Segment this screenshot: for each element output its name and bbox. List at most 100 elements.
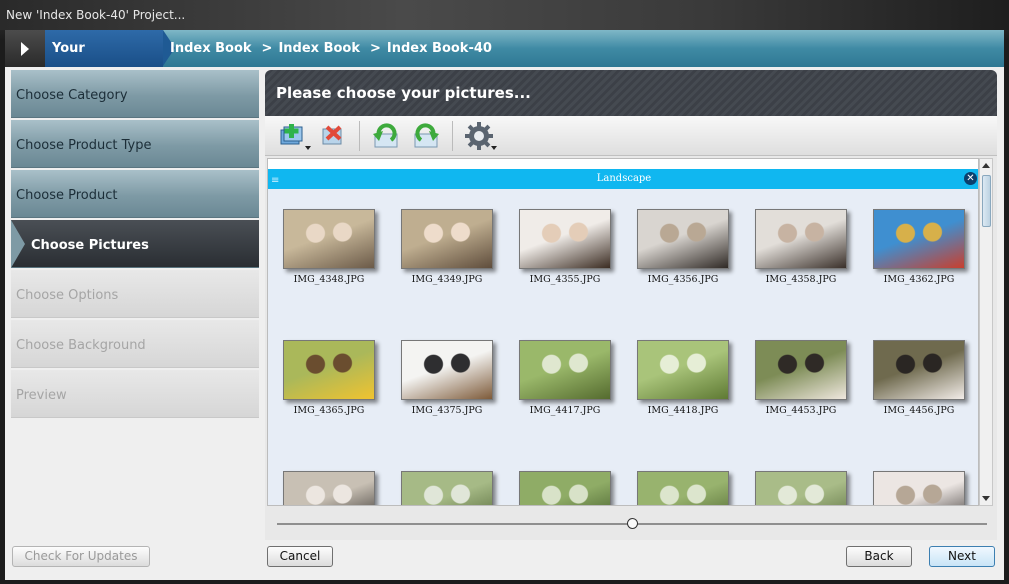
photo-image [283, 209, 375, 269]
group-label: Landscape [596, 173, 652, 184]
chevron-down-icon [305, 145, 311, 150]
check-for-updates-button[interactable]: Check For Updates [12, 546, 150, 567]
add-pictures-button[interactable] [273, 119, 313, 153]
breadcrumb-item[interactable]: Index Book-40 [387, 41, 492, 56]
breadcrumb-item[interactable]: Index Book [278, 41, 360, 56]
picture-thumbnail[interactable]: IMG_4355.JPG [506, 209, 624, 285]
photo-image [637, 340, 729, 400]
panel-title: Please choose your pictures... [265, 70, 997, 116]
scroll-down-icon[interactable] [982, 496, 990, 501]
wizard-client: Your Selections: Index Book>Index Book>I… [5, 30, 1004, 580]
picture-thumbnail[interactable]: IMG_4453.JPG [742, 340, 860, 416]
step-label: Choose Category [16, 88, 128, 103]
settings-gear-icon [465, 121, 493, 150]
zoom-slider-handle[interactable] [627, 518, 638, 529]
photo-image [519, 209, 611, 269]
close-icon[interactable]: ✕ [964, 172, 977, 185]
picture-filename: IMG_4348.JPG [293, 274, 365, 285]
picture-filename: IMG_4355.JPG [529, 274, 601, 285]
picture-filename: IMG_4365.JPG [293, 405, 365, 416]
gallery-scrollbar[interactable] [979, 158, 993, 506]
picture-filename: IMG_4453.JPG [765, 405, 837, 416]
picture-thumbnail[interactable]: IMG_4365.JPG [270, 340, 388, 416]
photo-image [519, 340, 611, 400]
step-choose-options: Choose Options [11, 270, 259, 318]
step-active-arrow-icon [11, 220, 25, 268]
step-choose-product[interactable]: Choose Product [11, 170, 259, 218]
picture-filename: IMG_4362.JPG [883, 274, 955, 285]
scrollbar-thumb[interactable] [982, 175, 991, 227]
picture-thumbnail[interactable]: IMG_4456.JPG [860, 340, 978, 416]
photo-image [873, 209, 965, 269]
toolbar-separator [359, 120, 360, 151]
picture-thumbnail[interactable] [506, 471, 624, 505]
cancel-button[interactable]: Cancel [267, 546, 333, 567]
next-button[interactable]: Next [929, 546, 995, 567]
picture-thumbnail[interactable]: IMG_4349.JPG [388, 209, 506, 285]
picture-thumbnail[interactable]: IMG_4358.JPG [742, 209, 860, 285]
rotate-left-button[interactable] [366, 119, 406, 153]
add-pictures-icon [280, 123, 303, 144]
group-menu-icon[interactable]: ≡ [271, 171, 279, 191]
picture-filename: IMG_4358.JPG [765, 274, 837, 285]
picture-thumbnail[interactable] [860, 471, 978, 505]
photo-image [637, 471, 729, 505]
step-label: Preview [16, 388, 67, 403]
photo-image [873, 471, 965, 505]
play-arrow-icon [21, 41, 29, 56]
picture-filename: IMG_4349.JPG [411, 274, 483, 285]
step-label: Choose Options [16, 288, 119, 303]
window-title: New 'Index Book-40' Project... [0, 0, 1009, 30]
picture-filename: IMG_4375.JPG [411, 405, 483, 416]
rotate-right-button[interactable] [406, 119, 446, 153]
step-preview: Preview [11, 370, 259, 418]
thumbnail-grid: IMG_4348.JPG IMG_4349.JPG IMG_4355.JPG IMG_… [268, 189, 978, 505]
step-label: Choose Product [16, 188, 118, 203]
picture-thumbnail[interactable]: IMG_4375.JPG [388, 340, 506, 416]
rotate-left-icon [373, 122, 398, 147]
remove-pictures-button[interactable] [313, 119, 353, 153]
step-label: Choose Product Type [16, 138, 152, 153]
photo-image [519, 471, 611, 505]
chevron-down-icon [491, 145, 497, 150]
picture-thumbnail[interactable]: IMG_4362.JPG [860, 209, 978, 285]
picture-filename: IMG_4417.JPG [529, 405, 601, 416]
step-label: Choose Background [16, 338, 146, 353]
picture-thumbnail[interactable] [270, 471, 388, 505]
step-choose-category[interactable]: Choose Category [11, 70, 259, 118]
toolbar-separator [452, 120, 453, 151]
picture-thumbnail[interactable] [742, 471, 860, 505]
photo-image [755, 471, 847, 505]
step-choose-pictures[interactable]: Choose Pictures [11, 220, 259, 268]
breadcrumb-toggle-button[interactable] [5, 30, 45, 67]
photo-image [401, 340, 493, 400]
step-choose-product-type[interactable]: Choose Product Type [11, 120, 259, 168]
breadcrumb: Your Selections: Index Book>Index Book>I… [5, 30, 1004, 93]
picture-thumbnail[interactable]: IMG_4348.JPG [270, 209, 388, 285]
breadcrumb-separator: > [261, 41, 273, 56]
remove-pictures-icon [322, 125, 342, 144]
breadcrumb-item[interactable]: Index Book [170, 41, 252, 56]
photo-image [873, 340, 965, 400]
back-button[interactable]: Back [846, 546, 912, 567]
picture-filename: IMG_4418.JPG [647, 405, 719, 416]
settings-button[interactable] [459, 119, 499, 153]
photo-image [755, 209, 847, 269]
photo-image [283, 471, 375, 505]
picture-toolbar [265, 116, 997, 156]
picture-filename: IMG_4356.JPG [647, 274, 719, 285]
picture-thumbnail[interactable]: IMG_4417.JPG [506, 340, 624, 416]
group-header[interactable]: ≡ Landscape ✕ [268, 169, 978, 191]
wizard-steps: Choose Category Choose Product Type Choo… [11, 70, 259, 420]
photo-image [283, 340, 375, 400]
app-window: New 'Index Book-40' Project... Your Sele… [0, 0, 1009, 584]
picture-thumbnail[interactable]: IMG_4418.JPG [624, 340, 742, 416]
picture-thumbnail[interactable] [624, 471, 742, 505]
picture-thumbnail[interactable]: IMG_4356.JPG [624, 209, 742, 285]
breadcrumb-path: Index Book > Index Book > Index Book-40 [170, 30, 498, 67]
breadcrumb-label: Your Selections: [45, 30, 175, 93]
rotate-right-icon [414, 122, 439, 147]
picture-thumbnail[interactable] [388, 471, 506, 505]
photo-image [401, 471, 493, 505]
scroll-up-icon[interactable] [982, 163, 990, 168]
